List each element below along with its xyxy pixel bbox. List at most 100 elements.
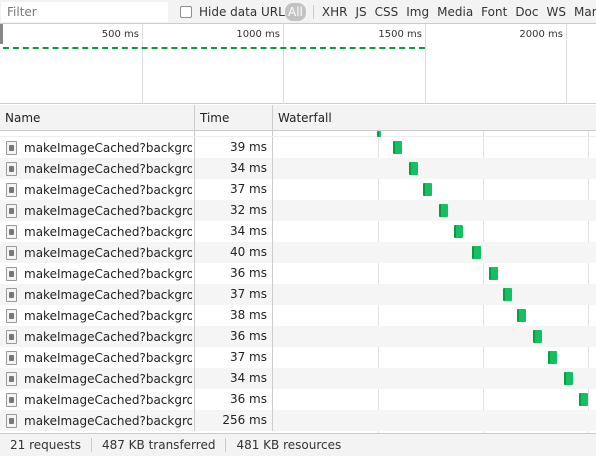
resources-size: 481 KB resources xyxy=(236,438,342,452)
image-file-icon xyxy=(6,350,17,365)
request-time: 34 ms xyxy=(195,368,273,389)
waterfall-cell xyxy=(273,137,596,158)
request-name-cell[interactable]: makeImageCached?backgrou... xyxy=(0,158,195,179)
table-row[interactable]: makeImageCached?backgrou...34 ms xyxy=(0,158,596,179)
resource-type-filters: All XHRJSCSSImgMediaFontDocWSManif xyxy=(285,2,596,22)
type-filter-xhr[interactable]: XHR xyxy=(318,3,352,21)
request-name: makeImageCached?backgrou... xyxy=(24,266,192,281)
table-row[interactable]: makeImageCached?backgrou...38 ms xyxy=(0,305,596,326)
waterfall-bar[interactable] xyxy=(409,162,418,175)
request-time: 39 ms xyxy=(195,137,273,158)
type-filter-js[interactable]: JS xyxy=(351,3,370,21)
waterfall-bar[interactable] xyxy=(564,372,573,385)
request-time: 256 ms xyxy=(195,410,273,431)
table-row[interactable]: makeImageCached?backgrou...32 ms xyxy=(0,200,596,221)
request-name-cell[interactable]: makeImageCached?backgrou... xyxy=(0,305,195,326)
image-file-icon xyxy=(6,329,17,344)
column-header-time[interactable]: Time xyxy=(195,105,273,131)
column-header-name[interactable]: Name xyxy=(0,105,195,131)
type-filter-img[interactable]: Img xyxy=(402,3,433,21)
request-time: 32 ms xyxy=(195,200,273,221)
image-file-icon xyxy=(6,371,17,386)
overview-tick-label: 500 ms xyxy=(101,29,139,40)
type-filter-doc[interactable]: Doc xyxy=(511,3,542,21)
overview-tick-label: 2000 ms xyxy=(519,29,563,40)
request-name-cell[interactable]: makeImageCached?backgrou... xyxy=(0,242,195,263)
request-name-cell[interactable]: makeImageCached?backgrou... xyxy=(0,179,195,200)
image-file-icon xyxy=(6,308,17,323)
waterfall-bar[interactable] xyxy=(548,351,557,364)
type-filter-media[interactable]: Media xyxy=(433,3,477,21)
type-filter-css[interactable]: CSS xyxy=(371,3,403,21)
waterfall-cell xyxy=(273,200,596,221)
table-row[interactable]: makeImageCached?backgrou...37 ms xyxy=(0,179,596,200)
type-filter-ws[interactable]: WS xyxy=(543,3,570,21)
waterfall-cell xyxy=(273,158,596,179)
image-file-icon xyxy=(6,392,17,407)
filter-input[interactable] xyxy=(1,2,168,22)
waterfall-bar[interactable] xyxy=(423,183,432,196)
request-time: 37 ms xyxy=(195,284,273,305)
request-time: 36 ms xyxy=(195,263,273,284)
network-filter-bar: Hide data URLs All XHRJSCSSImgMediaFontDo… xyxy=(0,0,596,24)
request-name-cell[interactable]: makeImageCached?backgrou... xyxy=(0,284,195,305)
request-name-cell[interactable]: makeImageCached?backgrou... xyxy=(0,221,195,242)
image-file-icon xyxy=(6,140,17,155)
waterfall-bar[interactable] xyxy=(454,225,463,238)
table-row[interactable]: makeImageCached?backgrou...37 ms xyxy=(0,284,596,305)
type-filter-manif[interactable]: Manif xyxy=(570,3,596,21)
request-name-cell[interactable]: makeImageCached?backgrou... xyxy=(0,326,195,347)
table-row[interactable]: makeImageCached?backgrou...34 ms xyxy=(0,221,596,242)
request-name-cell[interactable]: makeImageCached?backgrou... xyxy=(0,200,195,221)
column-header-waterfall[interactable]: Waterfall xyxy=(273,105,596,131)
request-name: makeImageCached?backgrou... xyxy=(24,203,192,218)
timeline-overview[interactable]: 500 ms 1000 ms 1500 ms 2000 ms xyxy=(0,24,596,104)
waterfall-cell xyxy=(273,179,596,200)
hide-data-urls-checkbox[interactable] xyxy=(180,6,192,18)
overview-tick-label: 1500 ms xyxy=(378,29,422,40)
table-row[interactable]: makeImageCached?backgrou...256 ms xyxy=(0,410,596,431)
request-name: makeImageCached?backgrou... xyxy=(24,350,192,365)
request-name-cell[interactable]: makeImageCached?backgrou... xyxy=(0,137,195,158)
waterfall-cell xyxy=(273,284,596,305)
request-name-cell[interactable]: makeImageCached?backgrou... xyxy=(0,263,195,284)
request-list[interactable]: makeImageCached?backgrou...39 msmakeImag… xyxy=(0,131,596,433)
waterfall-bar[interactable] xyxy=(472,246,481,259)
image-file-icon xyxy=(6,245,17,260)
request-count: 21 requests xyxy=(10,438,81,452)
table-row[interactable]: makeImageCached?backgrou...37 ms xyxy=(0,347,596,368)
waterfall-cell xyxy=(273,263,596,284)
table-row[interactable]: makeImageCached?backgrou...34 ms xyxy=(0,368,596,389)
hide-data-urls-toggle[interactable]: Hide data URLs xyxy=(180,5,291,19)
request-name: makeImageCached?backgrou... xyxy=(24,140,192,155)
table-row[interactable]: makeImageCached?backgrou...36 ms xyxy=(0,326,596,347)
overview-divider xyxy=(425,24,426,104)
waterfall-bar[interactable] xyxy=(579,393,588,406)
waterfall-bar[interactable] xyxy=(439,204,448,217)
waterfall-cell xyxy=(273,347,596,368)
image-file-icon xyxy=(6,161,17,176)
table-row[interactable]: makeImageCached?backgrou...39 ms xyxy=(0,137,596,158)
table-row[interactable]: makeImageCached?backgrou...36 ms xyxy=(0,263,596,284)
type-filter-all[interactable]: All xyxy=(285,3,306,21)
request-name-cell[interactable]: makeImageCached?backgrou... xyxy=(0,410,195,431)
request-name: makeImageCached?backgrou... xyxy=(24,329,192,344)
request-time: 38 ms xyxy=(195,305,273,326)
request-name-cell[interactable]: makeImageCached?backgrou... xyxy=(0,347,195,368)
waterfall-bar[interactable] xyxy=(517,309,526,322)
image-file-icon xyxy=(6,182,17,197)
request-name-cell[interactable]: makeImageCached?backgrou... xyxy=(0,368,195,389)
waterfall-bar[interactable] xyxy=(393,141,402,154)
waterfall-bar[interactable] xyxy=(533,330,542,343)
type-filter-font[interactable]: Font xyxy=(477,3,511,21)
overview-left-handle[interactable] xyxy=(0,24,3,44)
waterfall-bar[interactable] xyxy=(503,288,512,301)
request-time: 40 ms xyxy=(195,242,273,263)
request-name-cell[interactable]: makeImageCached?backgrou... xyxy=(0,389,195,410)
waterfall-cell xyxy=(273,242,596,263)
image-file-icon xyxy=(6,266,17,281)
waterfall-cell xyxy=(273,305,596,326)
table-row[interactable]: makeImageCached?backgrou...36 ms xyxy=(0,389,596,410)
table-row[interactable]: makeImageCached?backgrou...40 ms xyxy=(0,242,596,263)
waterfall-bar[interactable] xyxy=(489,267,498,280)
